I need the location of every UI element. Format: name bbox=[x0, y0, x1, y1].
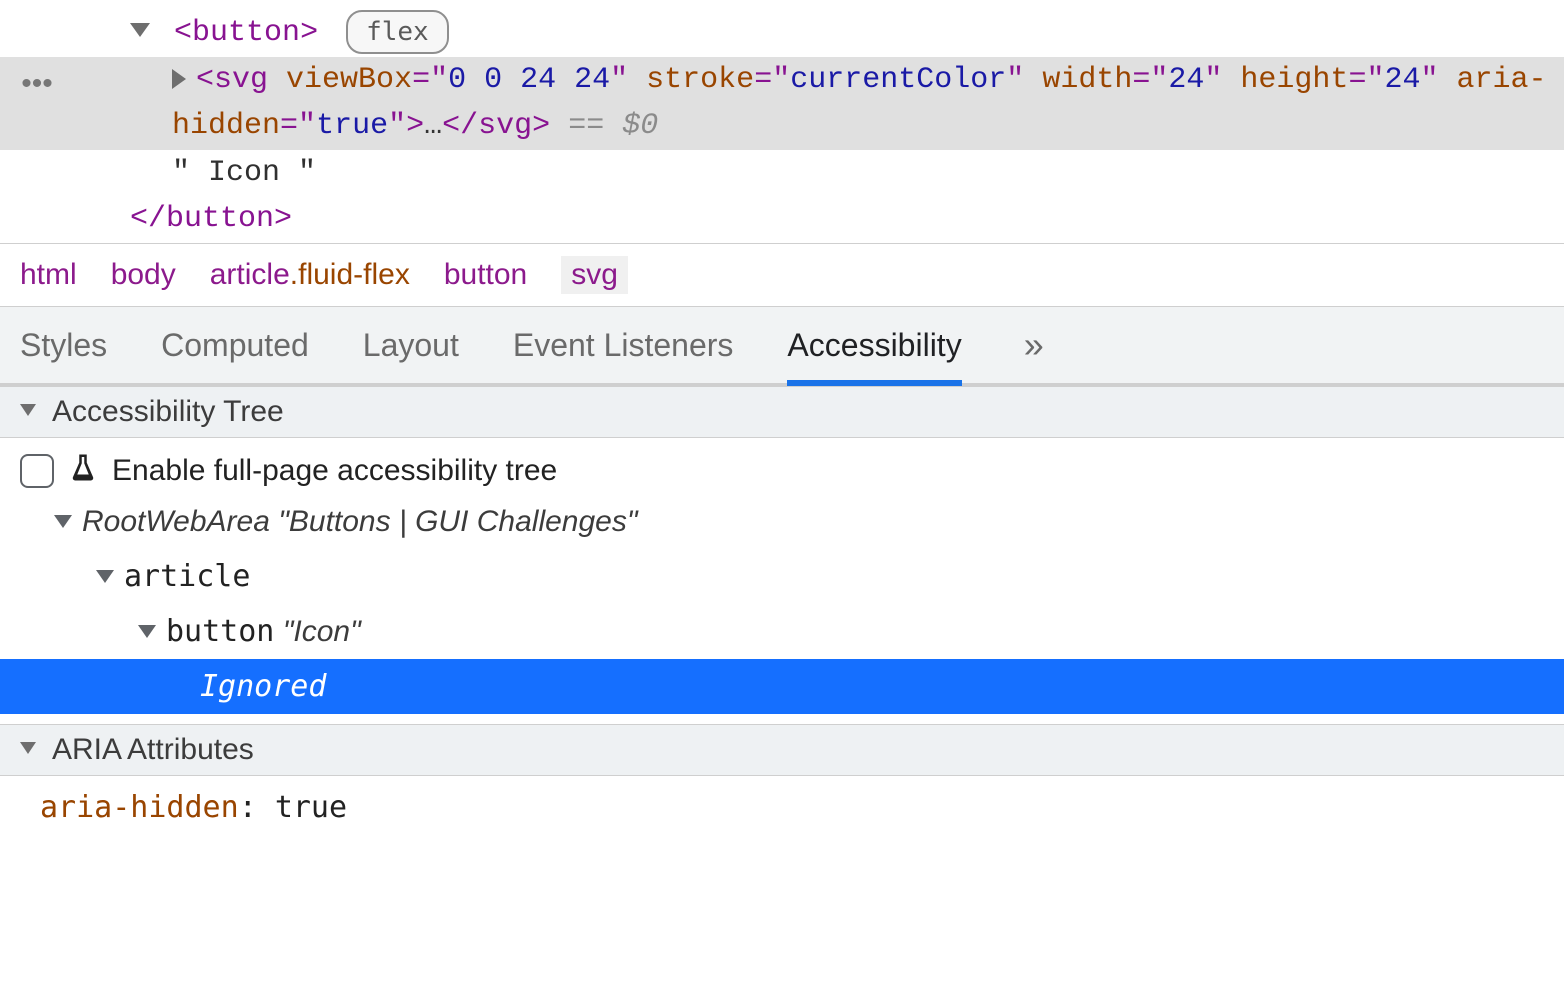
disclosure-open-icon[interactable] bbox=[130, 23, 150, 37]
breadcrumb-item[interactable]: svg bbox=[561, 256, 628, 294]
tag-button: button bbox=[192, 16, 300, 50]
gutter-more-icon[interactable]: ••• bbox=[14, 57, 60, 108]
a11y-tree-ignored[interactable]: Ignored bbox=[0, 659, 1564, 714]
tabs-overflow-icon[interactable]: » bbox=[1016, 324, 1048, 366]
disclosure-open-icon[interactable] bbox=[20, 404, 36, 416]
dom-row-button-open[interactable]: <button> flex bbox=[0, 10, 1564, 57]
role-button: button bbox=[166, 606, 274, 657]
breadcrumb-item[interactable]: article.fluid-flex bbox=[210, 258, 410, 292]
enable-full-page-a11y-tree-row[interactable]: Enable full-page accessibility tree bbox=[0, 448, 1564, 494]
disclosure-open-icon[interactable] bbox=[20, 742, 36, 754]
disclosure-open-icon[interactable] bbox=[138, 625, 156, 638]
enable-a11y-tree-label: Enable full-page accessibility tree bbox=[112, 454, 557, 488]
button-name: "Icon" bbox=[283, 606, 361, 657]
tab-styles[interactable]: Styles bbox=[20, 307, 107, 386]
section-title: ARIA Attributes bbox=[52, 733, 254, 767]
role-rootwebarea: RootWebArea bbox=[82, 496, 270, 547]
breadcrumb-item[interactable]: button bbox=[444, 258, 527, 292]
breadcrumb-item[interactable]: html bbox=[20, 258, 77, 292]
disclosure-open-icon[interactable] bbox=[54, 515, 72, 528]
flask-icon bbox=[68, 452, 98, 490]
tab-computed[interactable]: Computed bbox=[161, 307, 309, 386]
gutter bbox=[14, 150, 60, 154]
breadcrumb-item[interactable]: body bbox=[111, 258, 176, 292]
gutter bbox=[14, 10, 60, 14]
text-node: " Icon " bbox=[60, 150, 1550, 197]
sidebar-tabs: Styles Computed Layout Event Listeners Acces… bbox=[0, 306, 1564, 386]
tab-event-listeners[interactable]: Event Listeners bbox=[513, 307, 734, 386]
breadcrumb: html body article.fluid-flex button svg bbox=[0, 243, 1564, 306]
dom-row-text-node[interactable]: " Icon " bbox=[0, 150, 1564, 197]
aria-attr-value: true bbox=[275, 790, 347, 825]
gutter bbox=[14, 196, 60, 200]
flex-badge[interactable]: flex bbox=[346, 10, 449, 54]
dom-row-button-close[interactable]: </button> bbox=[0, 196, 1564, 243]
section-header-aria-attributes[interactable]: ARIA Attributes bbox=[0, 724, 1564, 776]
section-header-accessibility-tree[interactable]: Accessibility Tree bbox=[0, 386, 1564, 438]
tag-button-close: button bbox=[166, 202, 274, 236]
disclosure-closed-icon[interactable] bbox=[172, 69, 186, 89]
a11y-tree-root[interactable]: RootWebArea "Buttons | GUI Challenges" bbox=[0, 494, 1564, 549]
tab-accessibility[interactable]: Accessibility bbox=[787, 307, 961, 386]
a11y-tree-button[interactable]: button "Icon" bbox=[0, 604, 1564, 659]
aria-attr-key: aria-hidden bbox=[40, 790, 239, 825]
checkbox-enable-a11y-tree[interactable] bbox=[20, 454, 54, 488]
role-article: article bbox=[124, 551, 250, 602]
a11y-tree-article[interactable]: article bbox=[0, 549, 1564, 604]
tab-layout[interactable]: Layout bbox=[363, 307, 459, 386]
accessibility-tree-body: Enable full-page accessibility tree Root… bbox=[0, 438, 1564, 724]
root-name: "Buttons | GUI Challenges" bbox=[278, 496, 637, 547]
disclosure-open-icon[interactable] bbox=[96, 570, 114, 583]
dom-row-svg[interactable]: ••• <svg viewBox="0 0 24 24" stroke="cur… bbox=[0, 57, 1564, 150]
aria-attributes-body: aria-hidden: true bbox=[0, 776, 1564, 839]
elements-dom-tree: <button> flex ••• <svg viewBox="0 0 24 2… bbox=[0, 0, 1564, 243]
ignored-label: Ignored bbox=[200, 661, 326, 712]
section-title: Accessibility Tree bbox=[52, 395, 284, 429]
